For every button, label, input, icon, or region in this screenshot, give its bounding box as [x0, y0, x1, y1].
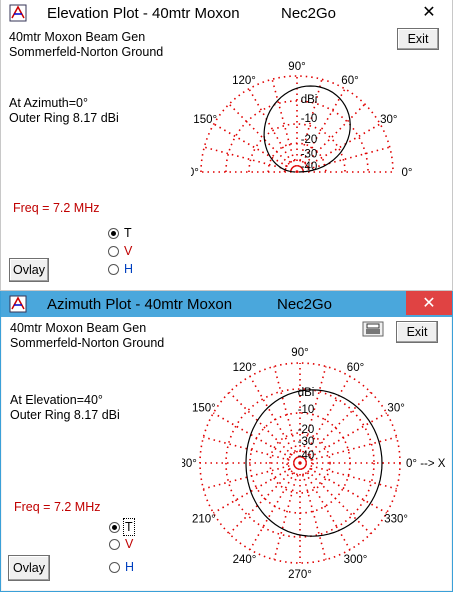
radio-button[interactable] — [109, 561, 120, 573]
window-title: Elevation Plot - 40mtr Moxon — [47, 5, 240, 22]
radio-button[interactable] — [108, 263, 119, 275]
grid-spoke — [203, 462, 301, 490]
angle-label: 270° — [288, 569, 312, 581]
angle-label: 120° — [232, 75, 256, 87]
grid-spoke — [228, 391, 301, 464]
exit-button[interactable]: Exit — [397, 28, 439, 50]
angle-label: 330° — [384, 514, 408, 526]
printer-icon[interactable] — [362, 321, 384, 337]
ring-label: -30 — [298, 436, 315, 448]
outer-ring-value: Outer Ring 8.17 dBi — [9, 111, 119, 125]
grid-spoke — [203, 436, 301, 464]
exit-button[interactable]: Exit — [396, 321, 438, 343]
ring-label: -10 — [298, 404, 315, 416]
radio-button[interactable] — [109, 538, 120, 550]
ring-label: dBi — [301, 94, 318, 106]
antenna-name: 40mtr Moxon Beam Gen — [9, 30, 146, 44]
radio-horizontal[interactable]: H — [109, 559, 134, 575]
angle-label: 210° — [192, 514, 216, 526]
elevation-titlebar[interactable]: Elevation Plot - 40mtr Moxon Nec2Go ✕ — [1, 0, 452, 26]
grid-ring — [248, 123, 346, 173]
radio-vertical[interactable]: V — [109, 536, 133, 552]
angle-label: 150° — [192, 403, 216, 415]
app-name: Nec2Go — [277, 296, 333, 313]
angle-label: 180° — [191, 167, 199, 179]
grid-spoke — [299, 462, 327, 560]
close-button[interactable]: ✕ — [406, 0, 452, 24]
radio-total[interactable]: T — [108, 225, 132, 241]
close-button[interactable]: ✕ — [406, 291, 452, 315]
radio-button[interactable] — [108, 227, 119, 239]
radio-horizontal[interactable]: H — [108, 261, 133, 277]
grid-spoke — [271, 79, 298, 173]
ground-type: Sommerfeld-Norton Ground — [9, 45, 164, 59]
azimuth-plot-window: Azimuth Plot - 40mtr Moxon Nec2Go ✕ 40mt… — [0, 291, 453, 592]
overlay-button[interactable]: Ovlay — [9, 258, 49, 282]
nec2go-app-icon[interactable] — [9, 295, 27, 313]
grid-spoke — [273, 462, 301, 560]
ring-label: -10 — [301, 113, 318, 125]
plot-params: At Elevation=40° Outer Ring 8.17 dBi — [10, 393, 120, 423]
ring-label: -40 — [298, 450, 315, 462]
grid-spoke — [273, 366, 301, 464]
nec2go-app-icon[interactable] — [9, 4, 27, 22]
ring-label: -30 — [301, 149, 318, 161]
elevation-plot-window: Elevation Plot - 40mtr Moxon Nec2Go ✕ 40… — [0, 0, 453, 291]
angle-label: 30° — [387, 403, 404, 415]
azimuth-value: At Azimuth=0° — [9, 96, 88, 110]
grid-ring — [225, 100, 369, 173]
ring-label: -20 — [298, 424, 315, 436]
angle-label: 0° — [402, 167, 413, 179]
ring-label: dBi — [298, 387, 315, 399]
plot-params: At Azimuth=0° Outer Ring 8.17 dBi — [9, 96, 119, 126]
grid-ring — [200, 75, 394, 173]
angle-label: 30° — [380, 114, 397, 126]
angle-label: 60° — [341, 75, 358, 87]
overlay-button[interactable]: Ovlay — [8, 555, 50, 581]
outer-ring-value: Outer Ring 8.17 dBi — [10, 408, 120, 422]
radio-total[interactable]: T — [109, 518, 135, 536]
angle-label: 180° — [182, 458, 197, 470]
radio-button[interactable] — [109, 521, 120, 533]
angle-label: 0° --> X — [406, 458, 446, 470]
ground-type: Sommerfeld-Norton Ground — [10, 336, 165, 350]
radio-button[interactable] — [108, 245, 119, 257]
elevation-client: 40mtr Moxon Beam Gen Sommerfeld-Norton G… — [1, 26, 452, 290]
angle-label: 90° — [288, 61, 305, 73]
antenna-info: 40mtr Moxon Beam Gen Sommerfeld-Norton G… — [9, 30, 163, 60]
elevation-value: At Elevation=40° — [10, 393, 103, 407]
azimuth-polar-plot: 90° 60° 30° 0° --> X 330° 300° 270° 240° 210° 180… — [182, 347, 446, 581]
app-name: Nec2Go — [281, 5, 337, 22]
ring-label: -20 — [301, 134, 318, 146]
close-icon[interactable]: ✕ — [422, 293, 435, 313]
azimuth-client: 40mtr Moxon Beam Gen Sommerfeld-Norton G… — [2, 317, 451, 590]
antenna-info: 40mtr Moxon Beam Gen Sommerfeld-Norton G… — [10, 321, 164, 351]
angle-label: 90° — [291, 347, 308, 359]
window-title: Azimuth Plot - 40mtr Moxon — [47, 296, 233, 313]
angle-label: 120° — [233, 362, 257, 374]
grid-spoke — [228, 462, 301, 535]
grid-spoke — [299, 462, 372, 535]
angle-label: 240° — [233, 554, 257, 566]
radio-vertical[interactable]: V — [108, 243, 132, 259]
grid-spoke — [213, 123, 298, 173]
frequency-label: Freq = 7.2 MHz — [13, 201, 100, 215]
elevation-polar-plot: 180°150°120°90°60°30°0°dBi-10-20-30-40 — [191, 61, 413, 179]
antenna-name: 40mtr Moxon Beam Gen — [10, 321, 147, 335]
close-icon[interactable]: ✕ — [422, 2, 435, 22]
angle-label: 150° — [193, 114, 217, 126]
angle-label: 60° — [347, 362, 364, 374]
angle-label: 300° — [344, 554, 368, 566]
azimuth-titlebar[interactable]: Azimuth Plot - 40mtr Moxon Nec2Go ✕ — [1, 291, 452, 317]
frequency-label: Freq = 7.2 MHz — [14, 500, 101, 514]
